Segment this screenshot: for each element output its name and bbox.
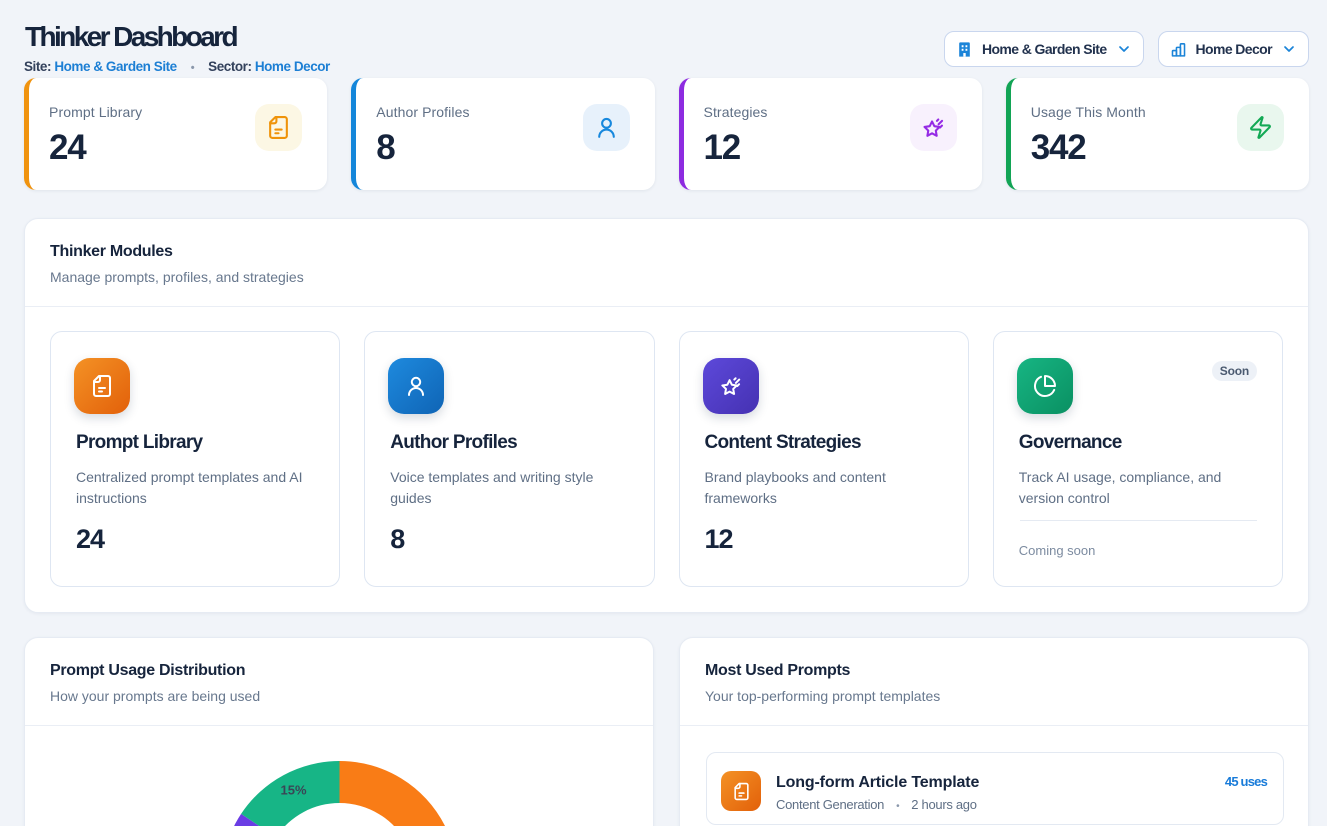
- svg-text:15%: 15%: [280, 783, 306, 798]
